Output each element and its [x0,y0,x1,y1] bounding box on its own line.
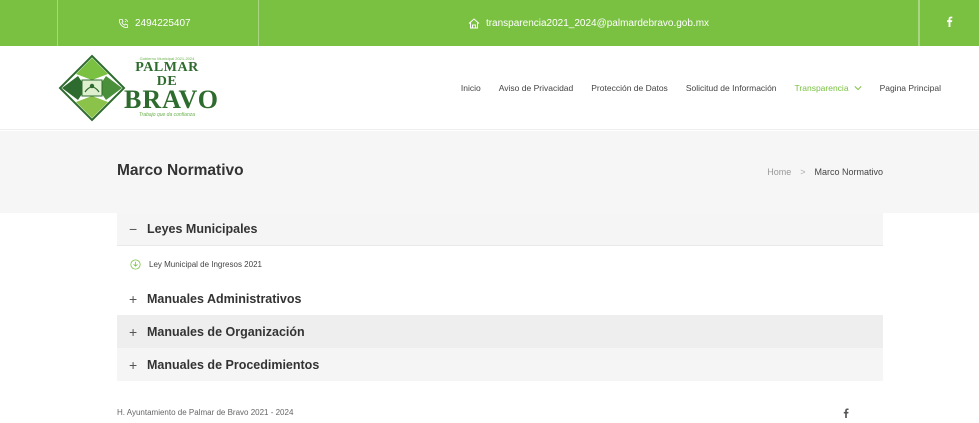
plus-icon: + [129,356,138,373]
nav-item-transparencia[interactable]: Transparencia [795,83,862,93]
breadcrumb-separator: > [800,167,806,177]
page-title: Marco Normativo [117,162,244,179]
nav-item-solicitud-informacion[interactable]: Solicitud de Información [686,83,777,93]
site-logo[interactable]: Gobierno Municipal 2021-2024 PALMAR DE B… [58,54,220,122]
top-bar-phone[interactable]: 2494225407 [57,0,259,46]
nav-item-transparencia-label: Transparencia [794,83,849,93]
accordion-panel-leyes-municipales: Ley Municipal de Ingresos 2021 [117,246,883,282]
logo-emblem-icon [58,54,126,122]
main-nav: Inicio Aviso de Privacidad Protección de… [443,46,941,130]
nav-item-inicio[interactable]: Inicio [461,83,481,93]
accordion-title: Manuales de Procedimientos [147,357,320,372]
plus-icon: + [129,290,138,307]
nav-item-pagina-principal[interactable]: Pagina Principal [880,83,941,93]
top-bar-email[interactable]: transparencia2021_2024@palmardebravo.gob… [259,0,919,46]
logo-line2: BRAVO [124,85,220,114]
logo-text: Gobierno Municipal 2021-2024 PALMAR DE B… [124,56,220,118]
accordion-title: Manuales Administrativos [147,291,302,306]
breadcrumb-home[interactable]: Home [767,167,791,177]
breadcrumb-current: Marco Normativo [814,167,883,177]
nav-item-aviso-privacidad[interactable]: Aviso de Privacidad [499,83,574,93]
home-icon [468,17,480,29]
download-circle-icon[interactable] [130,258,141,270]
footer-facebook-icon[interactable] [843,405,849,423]
accordion-header-manuales-administrativos[interactable]: + Manuales Administrativos [117,282,883,315]
email-address: transparencia2021_2024@palmardebravo.gob… [485,17,710,29]
top-bar: 2494225407 transparencia2021_2024@palmar… [0,0,979,46]
accordion-header-manuales-procedimientos[interactable]: + Manuales de Procedimientos [117,348,883,381]
footer-copyright: H. Ayuntamiento de Palmar de Bravo 2021 … [117,408,294,417]
chevron-down-icon [854,85,862,91]
phone-icon [118,18,129,29]
accordion-header-leyes-municipales[interactable]: − Leyes Municipales [117,213,883,246]
facebook-link[interactable] [919,0,979,46]
facebook-icon [946,16,953,30]
page-title-band: Marco Normativo Home > Marco Normativo [0,131,979,213]
breadcrumb: Home > Marco Normativo [767,167,883,177]
accordion-header-manuales-organizacion[interactable]: + Manuales de Organización [117,315,883,348]
site-header: Gobierno Municipal 2021-2024 PALMAR DE B… [0,46,979,130]
phone-number: 2494225407 [135,17,191,29]
site-footer: H. Ayuntamiento de Palmar de Bravo 2021 … [0,396,979,423]
accordion-title: Manuales de Organización [147,324,305,339]
plus-icon: + [129,323,138,340]
marco-normativo-accordion: − Leyes Municipales Ley Municipal de Ing… [117,213,883,381]
nav-item-proteccion-datos[interactable]: Protección de Datos [591,83,668,93]
accordion-title: Leyes Municipales [147,222,258,236]
document-link[interactable]: Ley Municipal de Ingresos 2021 [149,260,262,269]
minus-icon: − [129,221,138,237]
